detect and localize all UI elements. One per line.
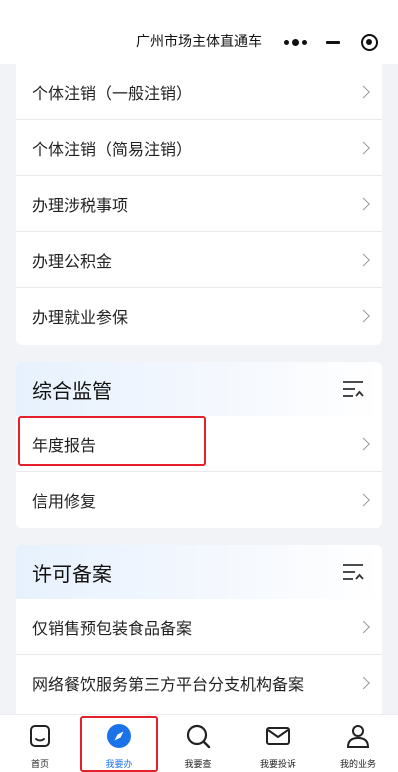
section-title: 许可备案 bbox=[32, 561, 112, 586]
service-list-card: 个体注销（一般注销） 个体注销（简易注销） 办理涉税事项 办理公积金 办理就业参… bbox=[16, 64, 382, 345]
chevron-right-icon bbox=[357, 309, 370, 323]
chevron-right-icon bbox=[357, 437, 370, 450]
section-header: 许可备案 bbox=[16, 545, 382, 599]
chevron-right-icon bbox=[357, 253, 370, 266]
chevron-right-icon bbox=[357, 493, 370, 507]
list-item[interactable]: 办理公积金 bbox=[16, 232, 382, 288]
search-icon bbox=[186, 724, 211, 749]
tab-label: 我要查 bbox=[184, 760, 212, 770]
list-item[interactable]: 网络餐饮服务第三方平台分支机构备案 bbox=[16, 655, 382, 711]
tab-label: 首页 bbox=[30, 760, 49, 770]
chevron-right-icon bbox=[357, 197, 370, 210]
list-item-label: 信用修复 bbox=[32, 492, 97, 511]
minus-icon bbox=[326, 40, 340, 44]
bottom-tab-bar: 首页 我要办 我要查 我要投诉 我的业务 bbox=[0, 714, 398, 772]
list-item[interactable]: 办理就业参保 bbox=[16, 288, 382, 344]
list-item-label: 个体注销（简易注销） bbox=[32, 139, 193, 159]
chevron-right-icon bbox=[357, 620, 370, 633]
tab-my-business[interactable]: 我的业务 bbox=[323, 715, 393, 772]
collapse-sort-icon[interactable] bbox=[342, 563, 364, 581]
tab-label: 我要投诉 bbox=[259, 760, 296, 770]
mini-program-capsule bbox=[276, 26, 386, 58]
list-item-credit-repair[interactable]: 信用修复 bbox=[16, 472, 382, 528]
list-item[interactable]: 办理涉税事项 bbox=[16, 176, 382, 232]
collapse-sort-icon[interactable] bbox=[342, 380, 364, 398]
list-item-label: 个体注销（一般注销） bbox=[32, 83, 193, 103]
mail-icon bbox=[266, 727, 290, 745]
chevron-right-icon bbox=[357, 676, 370, 690]
home-icon bbox=[30, 725, 50, 747]
license-section: 许可备案 仅销售预包装食品备案 网络餐饮服务第三方平台分支机构备案 bbox=[16, 545, 382, 714]
list-item-label: 办理公积金 bbox=[32, 251, 113, 271]
list-item[interactable]: 个体注销（一般注销） bbox=[16, 64, 382, 120]
chevron-right-icon bbox=[357, 85, 370, 98]
list-item-label: 网络餐饮服务第三方平台分支机构备案 bbox=[32, 675, 305, 694]
tab-label: 我的业务 bbox=[339, 760, 376, 770]
page-title: 广州市场主体直通车 bbox=[136, 34, 262, 50]
list-item-label: 办理就业参保 bbox=[32, 308, 129, 327]
chevron-right-icon bbox=[357, 141, 370, 154]
close-button[interactable] bbox=[354, 26, 384, 58]
list-item-label: 办理涉税事项 bbox=[32, 195, 129, 215]
navigation-bar: 广州市场主体直通车 bbox=[0, 0, 398, 64]
tab-complaint[interactable]: 我要投诉 bbox=[243, 715, 313, 772]
tab-home[interactable]: 首页 bbox=[5, 715, 75, 772]
list-item[interactable]: 个体注销（简易注销） bbox=[16, 120, 382, 176]
target-icon bbox=[360, 33, 378, 51]
minimize-button[interactable] bbox=[318, 26, 348, 58]
tab-search[interactable]: 我要查 bbox=[163, 715, 233, 772]
list-item-label: 仅销售预包装食品备案 bbox=[32, 618, 193, 638]
more-dots-icon bbox=[283, 38, 307, 46]
do-business-tab-highlight bbox=[80, 716, 158, 772]
more-button[interactable] bbox=[280, 26, 310, 58]
list-item[interactable]: 仅销售预包装食品备案 bbox=[16, 599, 382, 655]
user-icon bbox=[346, 725, 370, 748]
annual-report-highlight bbox=[18, 416, 206, 466]
section-title: 综合监管 bbox=[32, 378, 112, 403]
section-header: 综合监管 bbox=[16, 362, 382, 416]
